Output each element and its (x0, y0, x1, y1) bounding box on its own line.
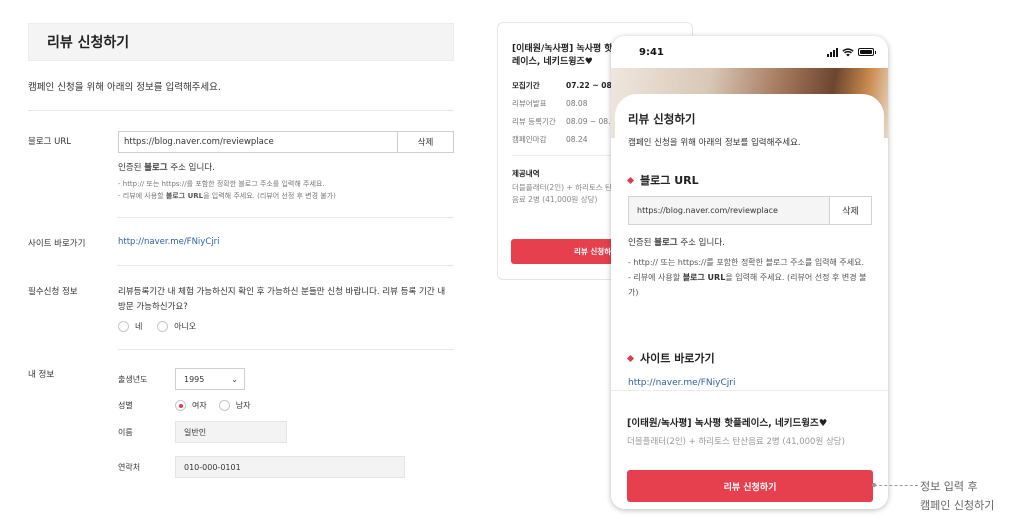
divider (28, 110, 454, 111)
phone-label: 연락처 (118, 462, 141, 472)
required-label: 필수신청 정보 (28, 287, 78, 297)
site-link[interactable]: http://naver.me/FNiyCjri (118, 237, 219, 247)
form-title: 리뷰 신청하기 (47, 35, 130, 51)
site-heading: 사이트 바로가기 (626, 350, 715, 366)
bottom-panel: [이태원/녹사평] 녹사평 핫플레이스, 네키드윙즈♥ 더블플래터(2인) + … (611, 390, 888, 509)
battery-icon (858, 48, 876, 56)
annotation-text: 정보 입력 후 캠페인 신청하기 (920, 480, 995, 512)
name-label: 이름 (118, 427, 133, 437)
form-header: 리뷰 신청하기 (28, 23, 454, 61)
radio-circle-icon (157, 321, 169, 332)
radio-yes[interactable]: 네 (118, 321, 142, 332)
mobile-apply-review-button[interactable]: 리뷰 신청하기 (627, 470, 873, 502)
offer-title: 제공내역 (512, 169, 540, 178)
divider (118, 349, 454, 350)
status-bar: 9:41 (611, 36, 888, 68)
recruit-period: 모집기간 07.22 ~ 08.05 (512, 81, 625, 90)
radio-selected-icon (175, 400, 186, 411)
blog-url-heading: 블로그 URL (626, 172, 699, 188)
mobile-campaign-title: [이태원/녹사평] 녹사평 핫플레이스, 네키드윙즈♥ (627, 418, 828, 429)
annotation-line (874, 485, 918, 486)
site-row: 사이트 바로가기 http://naver.me/FNiyCjri (28, 237, 454, 249)
mobile-verified-message: 인증된 블로그 주소 입니다. (628, 238, 725, 248)
sheet-title: 리뷰 신청하기 (628, 112, 696, 126)
blog-url-field: https://blog.naver.com/reviewplace 삭제 (118, 131, 454, 153)
delete-url-button[interactable]: 삭제 (397, 131, 454, 153)
phone-field[interactable]: 010-000-0101 (175, 456, 405, 478)
blog-url-row: 블로그 URL https://blog.naver.com/reviewpla… (28, 131, 454, 202)
status-time: 9:41 (639, 46, 664, 58)
radio-circle-icon (118, 321, 129, 332)
gender-label: 성별 (118, 401, 133, 410)
review-period: 리뷰 등록기간 08.09 ~ 08.23 (512, 117, 620, 126)
campaign-end: 캠페인마감 08.24 (512, 135, 588, 144)
diamond-bullet-icon (626, 176, 635, 184)
radio-circle-icon (218, 400, 230, 411)
signal-icon (827, 47, 838, 57)
desktop-review-form: 리뷰 신청하기 캠페인 신청을 위해 아래의 정보를 입력해주세요. 블로그 U… (28, 23, 454, 493)
campaign-title: [이태원/녹사평] 녹사평 핫플레이스, 네키드윙즈♥ (512, 44, 621, 67)
radio-male[interactable]: 남자 (218, 400, 250, 411)
my-info-row: 내 정보 출생년도 1995 ⌄ 성별 여자 남자 이름 일반인 연락처 010-… (28, 368, 454, 478)
blog-url-label: 블로그 URL (28, 137, 72, 147)
birth-year-select[interactable]: 1995 ⌄ (175, 368, 245, 390)
mobile-url-hint: - http:// 또는 https://를 포함한 정확한 블로그 주소를 입… (628, 258, 867, 297)
mobile-offer-text: 더블플래터(2인) + 하리토스 탄산음료 2병 (41,000원 상당) (627, 437, 845, 447)
diamond-bullet-icon (626, 354, 635, 362)
mobile-blog-url-input[interactable]: https://blog.naver.com/reviewplace (628, 196, 829, 225)
bottom-sheet: 리뷰 신청하기 캠페인 신청을 위해 아래의 정보를 입력해주세요. 블로그 U… (615, 94, 884, 400)
radio-female[interactable]: 여자 (175, 400, 207, 411)
announce-date: 리뷰어발표 08.08 (512, 99, 588, 108)
radio-no[interactable]: 아니오 (157, 321, 196, 332)
my-info-label: 내 정보 (28, 370, 55, 380)
site-label: 사이트 바로가기 (28, 239, 86, 249)
form-intro: 캠페인 신청을 위해 아래의 정보를 입력해주세요. (28, 82, 221, 93)
verified-message: 인증된 블로그 주소 입니다. (118, 163, 215, 173)
blog-url-hint: - http:// 또는 https://를 포함한 정확한 블로그 주소를 입… (118, 180, 336, 200)
required-question: 리뷰등록기간 내 체험 가능하신지 확인 후 가능하신 분들만 신청 바랍니다.… (118, 287, 446, 312)
divider (118, 217, 454, 218)
sheet-intro: 캠페인 신청을 위해 아래의 정보를 입력해주세요. (628, 138, 801, 148)
mobile-delete-button[interactable]: 삭제 (829, 196, 872, 225)
mobile-blog-url-field: https://blog.naver.com/reviewplace 삭제 (628, 196, 872, 225)
wifi-icon (842, 47, 854, 56)
name-field[interactable]: 일반인 (175, 421, 287, 443)
required-row: 필수신청 정보 리뷰등록기간 내 체험 가능하신지 확인 후 가능하신 분들만 … (28, 285, 454, 335)
birth-label: 출생년도 (118, 374, 148, 384)
blog-url-input[interactable]: https://blog.naver.com/reviewplace (118, 131, 397, 153)
phone-mockup: 9:41 리뷰 신청하기 캠페인 신청을 위해 아래의 정보를 입력해주세요. … (611, 36, 888, 509)
divider (118, 265, 454, 266)
chevron-down-icon: ⌄ (231, 374, 238, 384)
mobile-site-link[interactable]: http://naver.me/FNiyCjri (628, 378, 735, 388)
offer-text: 더블플래터(2인) + 하리토스 탄산음료 2병 (41,000원 상당) (512, 183, 619, 204)
